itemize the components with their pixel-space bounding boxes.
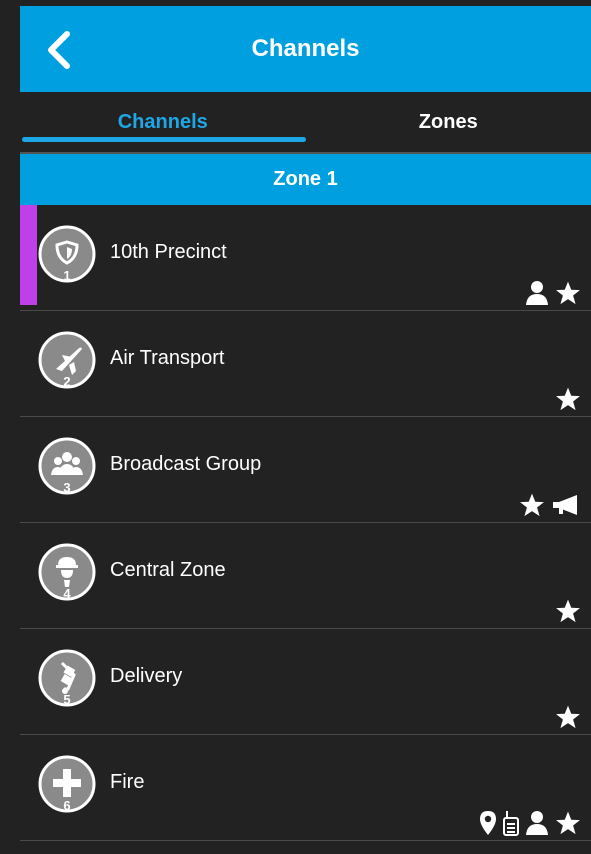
channel-name: Fire [110, 771, 145, 793]
location-pin-icon [479, 810, 497, 836]
channel-badges [525, 279, 581, 307]
channel-number: 4 [63, 586, 71, 601]
channel-item[interactable]: 3 Broadcast Group [20, 417, 591, 523]
person-icon [525, 280, 549, 306]
channel-badges [555, 703, 581, 731]
channel-number: 5 [63, 692, 70, 707]
person-icon [525, 810, 549, 836]
channel-name: Delivery [110, 665, 183, 687]
channel-name: Air Transport [110, 347, 225, 369]
channel-badges [519, 491, 581, 519]
channel-name: Broadcast Group [110, 453, 262, 475]
app-header: Channels [20, 6, 591, 92]
megaphone-icon [551, 493, 581, 517]
channel-badges [555, 597, 581, 625]
tab-zones[interactable]: Zones [306, 92, 591, 152]
hardhat-worker-icon: 4 [38, 543, 96, 601]
channel-item[interactable]: 4 Central Zone [20, 523, 591, 629]
channel-name: 10th Precinct [110, 241, 227, 263]
star-icon [555, 386, 581, 412]
star-icon [555, 704, 581, 730]
channels-screen: Channels Channels Zones Zone 1 1 10th Pre… [0, 0, 591, 854]
channel-item[interactable]: 1 10th Precinct [20, 205, 591, 311]
medical-cross-icon: 6 [38, 755, 96, 813]
star-icon [519, 492, 545, 518]
channel-number: 2 [63, 374, 70, 389]
channel-item[interactable]: 6 Fire [20, 735, 591, 841]
channel-list: 1 10th Precinct 2 Air Transport 3 Broadcast G… [20, 205, 591, 841]
selected-indicator [20, 205, 37, 305]
channel-badges [479, 809, 581, 837]
airplane-icon: 2 [38, 331, 96, 389]
group-icon: 3 [38, 437, 96, 495]
tab-channels[interactable]: Channels [20, 92, 306, 152]
chevron-left-icon [48, 31, 70, 69]
star-icon [555, 598, 581, 624]
channel-number: 1 [63, 268, 70, 283]
back-button[interactable] [38, 28, 78, 72]
tab-bar: Channels Zones [20, 92, 591, 152]
channel-item[interactable]: 5 Delivery [20, 629, 591, 735]
channel-number: 6 [63, 798, 70, 813]
page-title: Channels [251, 35, 360, 62]
zone-header: Zone 1 [20, 154, 591, 205]
shield-icon: 1 [38, 225, 96, 283]
channel-name: Central Zone [110, 559, 226, 581]
hand-truck-icon: 5 [38, 649, 96, 707]
star-icon [555, 810, 581, 836]
star-icon [555, 280, 581, 306]
channel-number: 3 [63, 480, 70, 495]
radio-icon [503, 810, 519, 836]
channel-badges [555, 385, 581, 413]
channel-item[interactable]: 2 Air Transport [20, 311, 591, 417]
